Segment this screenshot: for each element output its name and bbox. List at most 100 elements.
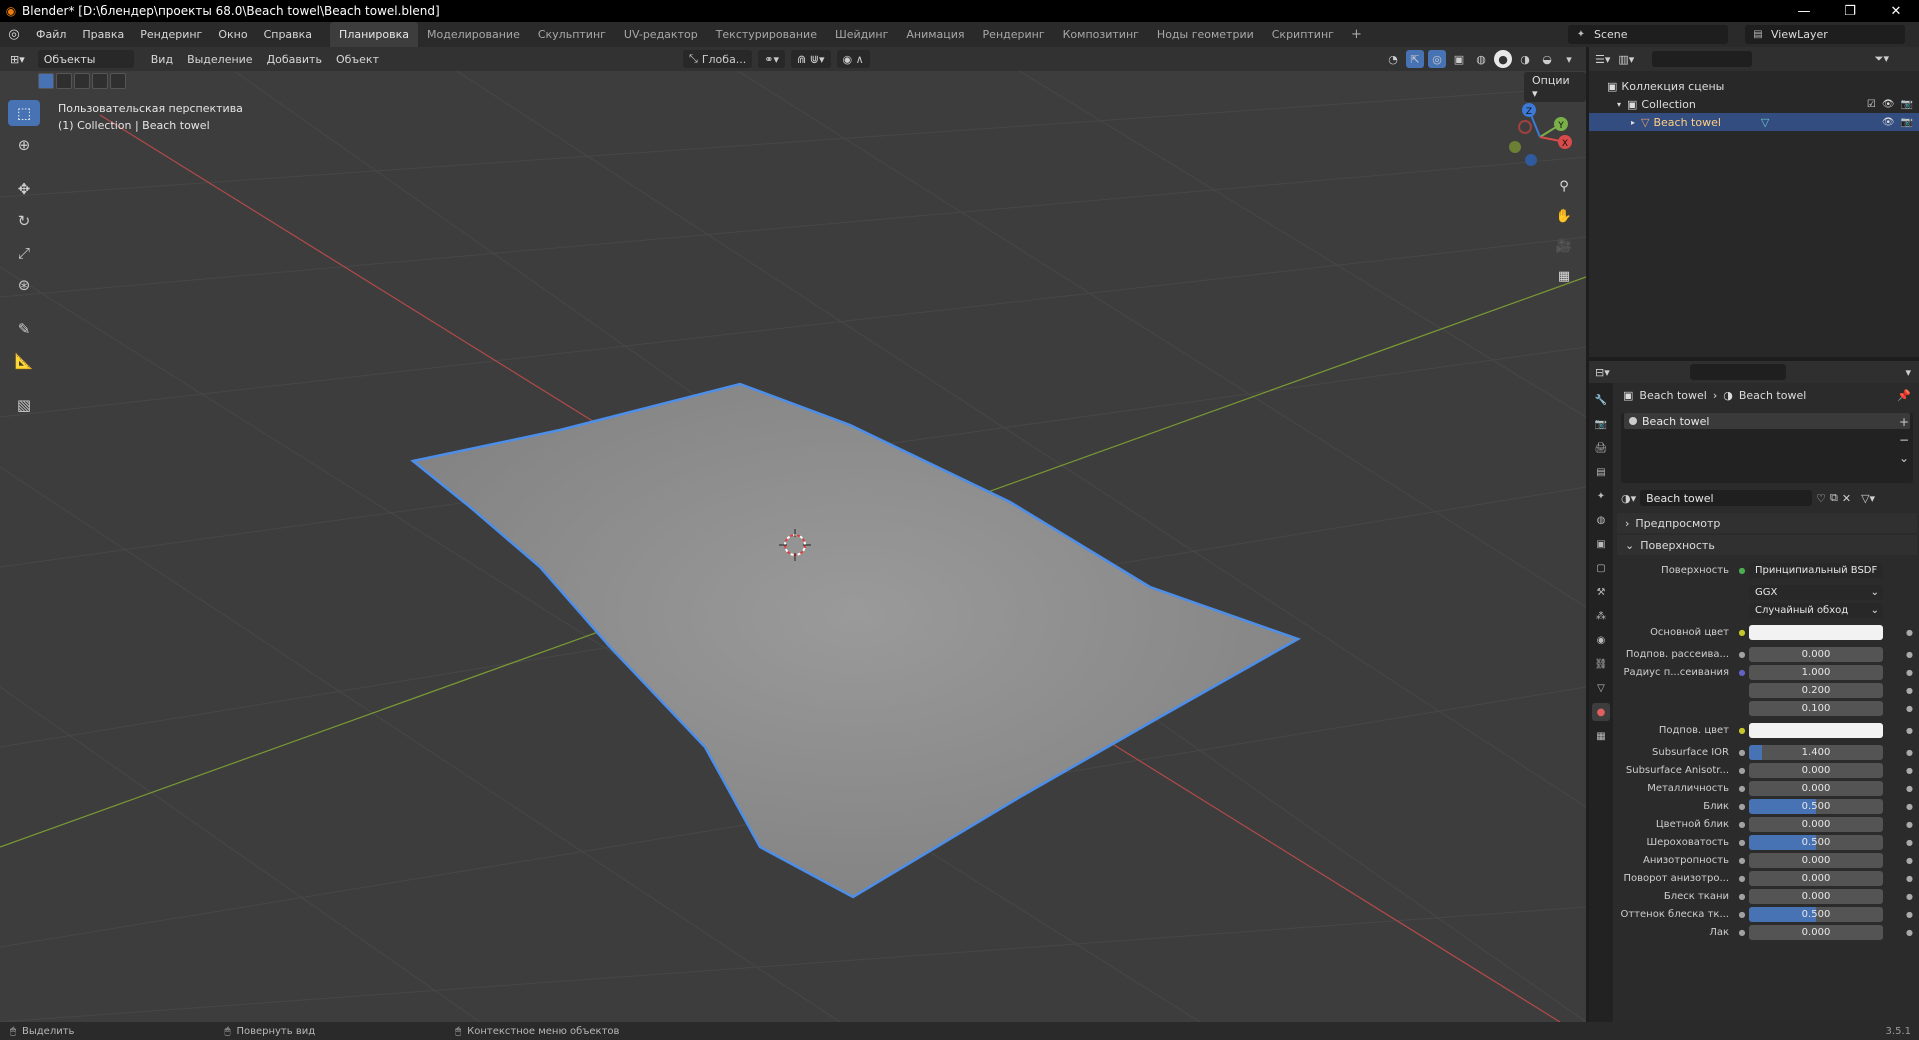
numeric-slider[interactable]: 1.400 (1749, 744, 1883, 760)
keyframe-dot-icon[interactable]: ● (1906, 838, 1913, 847)
navigation-gizmo[interactable]: Y Z X (1505, 102, 1575, 172)
ortho-toggle-icon[interactable]: ▦ (1553, 265, 1575, 287)
view-layer-tab-icon[interactable]: ▤ (1592, 463, 1610, 481)
tab-rendering[interactable]: Рендеринг (974, 22, 1054, 47)
menu-window[interactable]: Окно (210, 22, 255, 47)
input-socket-icon[interactable]: ● (1735, 726, 1749, 735)
keyframe-dot-icon[interactable]: ● (1906, 856, 1913, 865)
numeric-slider[interactable]: 0.100 (1749, 700, 1883, 716)
gizmo-toggle-icon[interactable]: ⇱ (1406, 50, 1424, 68)
color-swatch[interactable] (1749, 722, 1883, 738)
xray-icon[interactable]: ▣ (1450, 50, 1468, 68)
camera-view-icon[interactable]: 🎥 (1553, 235, 1575, 257)
viewport-scene[interactable] (0, 47, 1586, 1022)
tab-uv-editing[interactable]: UV-редактор (615, 22, 707, 47)
physics-tab-icon[interactable]: ◉ (1592, 631, 1610, 649)
modifier-tab-icon[interactable]: ⚒ (1592, 583, 1610, 601)
keyframe-dot-icon[interactable]: ● (1906, 748, 1913, 757)
browse-material-icon[interactable]: ◑▾ (1621, 492, 1636, 505)
tab-geometry-nodes[interactable]: Ноды геометрии (1148, 22, 1263, 47)
particles-tab-icon[interactable]: ⁂ (1592, 607, 1610, 625)
keyframe-dot-icon[interactable]: ● (1906, 874, 1913, 883)
expand-arrow-icon[interactable]: ▸ (1631, 118, 1635, 127)
subsurface-method-dropdown[interactable]: Случайный обход ⌄ (1749, 602, 1883, 618)
add-workspace-button[interactable]: + (1343, 27, 1370, 42)
transform-tool-icon[interactable]: ⊛ (8, 272, 40, 298)
tab-layout[interactable]: Планировка (330, 22, 419, 47)
menu-view[interactable]: Вид (144, 53, 180, 66)
constraints-tab-icon[interactable]: ⛓ (1592, 655, 1610, 673)
eye-icon[interactable]: 👁 (1882, 117, 1895, 128)
shading-options-icon[interactable]: ▾ (1560, 50, 1578, 68)
editor-type-icon[interactable]: ⊞▾ (0, 53, 32, 66)
keyframe-dot-icon[interactable]: ● (1906, 910, 1913, 919)
rotate-tool-icon[interactable]: ↻ (8, 208, 40, 234)
eye-icon[interactable]: 👁 (1882, 99, 1895, 110)
menu-add[interactable]: Добавить (260, 53, 329, 66)
3d-viewport[interactable]: ⊞▾ Объекты Вид Выделение Добавить Объект… (0, 47, 1586, 1022)
keyframe-dot-icon[interactable]: ● (1906, 686, 1913, 695)
panel-preview[interactable]: › Предпросмотр (1617, 513, 1917, 533)
rendered-shading-icon[interactable]: ◒ (1538, 50, 1556, 68)
numeric-slider[interactable]: 0.500 (1749, 906, 1883, 922)
outliner-row-scene-collection[interactable]: ▣ Коллекция сцены (1589, 77, 1919, 95)
keyframe-dot-icon[interactable]: ● (1906, 628, 1913, 637)
output-tab-icon[interactable]: 🖨 (1592, 439, 1610, 457)
blender-logo-icon[interactable]: ◎ (0, 22, 28, 47)
tab-animation[interactable]: Анимация (897, 22, 973, 47)
select-box-tool-icon[interactable]: ⬚ (8, 100, 40, 126)
scale-tool-icon[interactable]: ⤢ (8, 240, 40, 266)
wireframe-shading-icon[interactable]: ◍ (1472, 50, 1490, 68)
material-tab-icon[interactable]: ● (1592, 703, 1610, 721)
input-socket-icon[interactable]: ● (1735, 628, 1749, 637)
node-filter-icon[interactable]: ▽▾ (1861, 492, 1875, 505)
select-subtract-icon[interactable] (74, 73, 90, 89)
tab-shading[interactable]: Шейдинг (826, 22, 897, 47)
input-socket-icon[interactable]: ● (1735, 766, 1749, 775)
options-dropdown[interactable]: Опции ▾ (1524, 72, 1586, 102)
fake-user-icon[interactable]: ♡ (1816, 492, 1826, 505)
keyframe-dot-icon[interactable]: ● (1906, 802, 1913, 811)
input-socket-icon[interactable]: ● (1735, 650, 1749, 659)
numeric-slider[interactable]: 0.500 (1749, 798, 1883, 814)
exclude-checkbox-icon[interactable]: ☑ (1867, 99, 1876, 110)
minimize-button[interactable]: — (1781, 0, 1827, 22)
overlay-toggle-icon[interactable]: ◎ (1428, 50, 1446, 68)
numeric-slider[interactable]: 0.000 (1749, 852, 1883, 868)
solid-shading-icon[interactable]: ● (1494, 50, 1512, 68)
numeric-slider[interactable]: 0.500 (1749, 834, 1883, 850)
material-shading-icon[interactable]: ◑ (1516, 50, 1534, 68)
remove-slot-icon[interactable]: − (1899, 433, 1909, 447)
tab-scripting[interactable]: Скриптинг (1263, 22, 1343, 47)
keyframe-dot-icon[interactable]: ● (1906, 892, 1913, 901)
camera-render-icon[interactable]: 📷 (1901, 117, 1913, 128)
menu-edit[interactable]: Правка (74, 22, 132, 47)
collection-tab-icon[interactable]: ▣ (1592, 535, 1610, 553)
material-slot-list[interactable]: Beach towel + − ⌄ (1621, 413, 1913, 483)
numeric-slider[interactable]: 0.000 (1749, 816, 1883, 832)
select-invert-icon[interactable] (92, 73, 108, 89)
select-extend-icon[interactable] (56, 73, 72, 89)
object-tab-icon[interactable]: ▢ (1592, 559, 1610, 577)
orientation-dropdown[interactable]: ⤡ Глоба... (683, 50, 753, 68)
tab-sculpting[interactable]: Скульптинг (529, 22, 615, 47)
move-tool-icon[interactable]: ✥ (8, 176, 40, 202)
input-socket-icon[interactable]: ● (1735, 892, 1749, 901)
color-swatch[interactable] (1749, 624, 1883, 640)
keyframe-dot-icon[interactable]: ● (1906, 766, 1913, 775)
keyframe-dot-icon[interactable]: ● (1906, 928, 1913, 937)
menu-select[interactable]: Выделение (180, 53, 260, 66)
pan-hand-icon[interactable]: ✋ (1553, 205, 1575, 227)
keyframe-dot-icon[interactable]: ● (1906, 704, 1913, 713)
duplicate-material-icon[interactable]: ⧉ (1830, 491, 1838, 505)
panel-surface[interactable]: ⌄ Поверхность (1617, 535, 1917, 555)
properties-editor-icon[interactable]: ⊟▾ (1595, 366, 1610, 379)
gizmo-neg-x-axis[interactable] (1518, 120, 1532, 134)
close-button[interactable]: ✕ (1873, 0, 1919, 22)
gizmo-neg-y-axis[interactable] (1509, 141, 1521, 153)
numeric-slider[interactable]: 0.000 (1749, 924, 1883, 940)
texture-tab-icon[interactable]: ▦ (1592, 727, 1610, 745)
input-socket-icon[interactable]: ● (1735, 838, 1749, 847)
cursor-tool-icon[interactable]: ⊕ (8, 132, 40, 158)
tool-tab-icon[interactable]: 🔧 (1592, 391, 1610, 409)
